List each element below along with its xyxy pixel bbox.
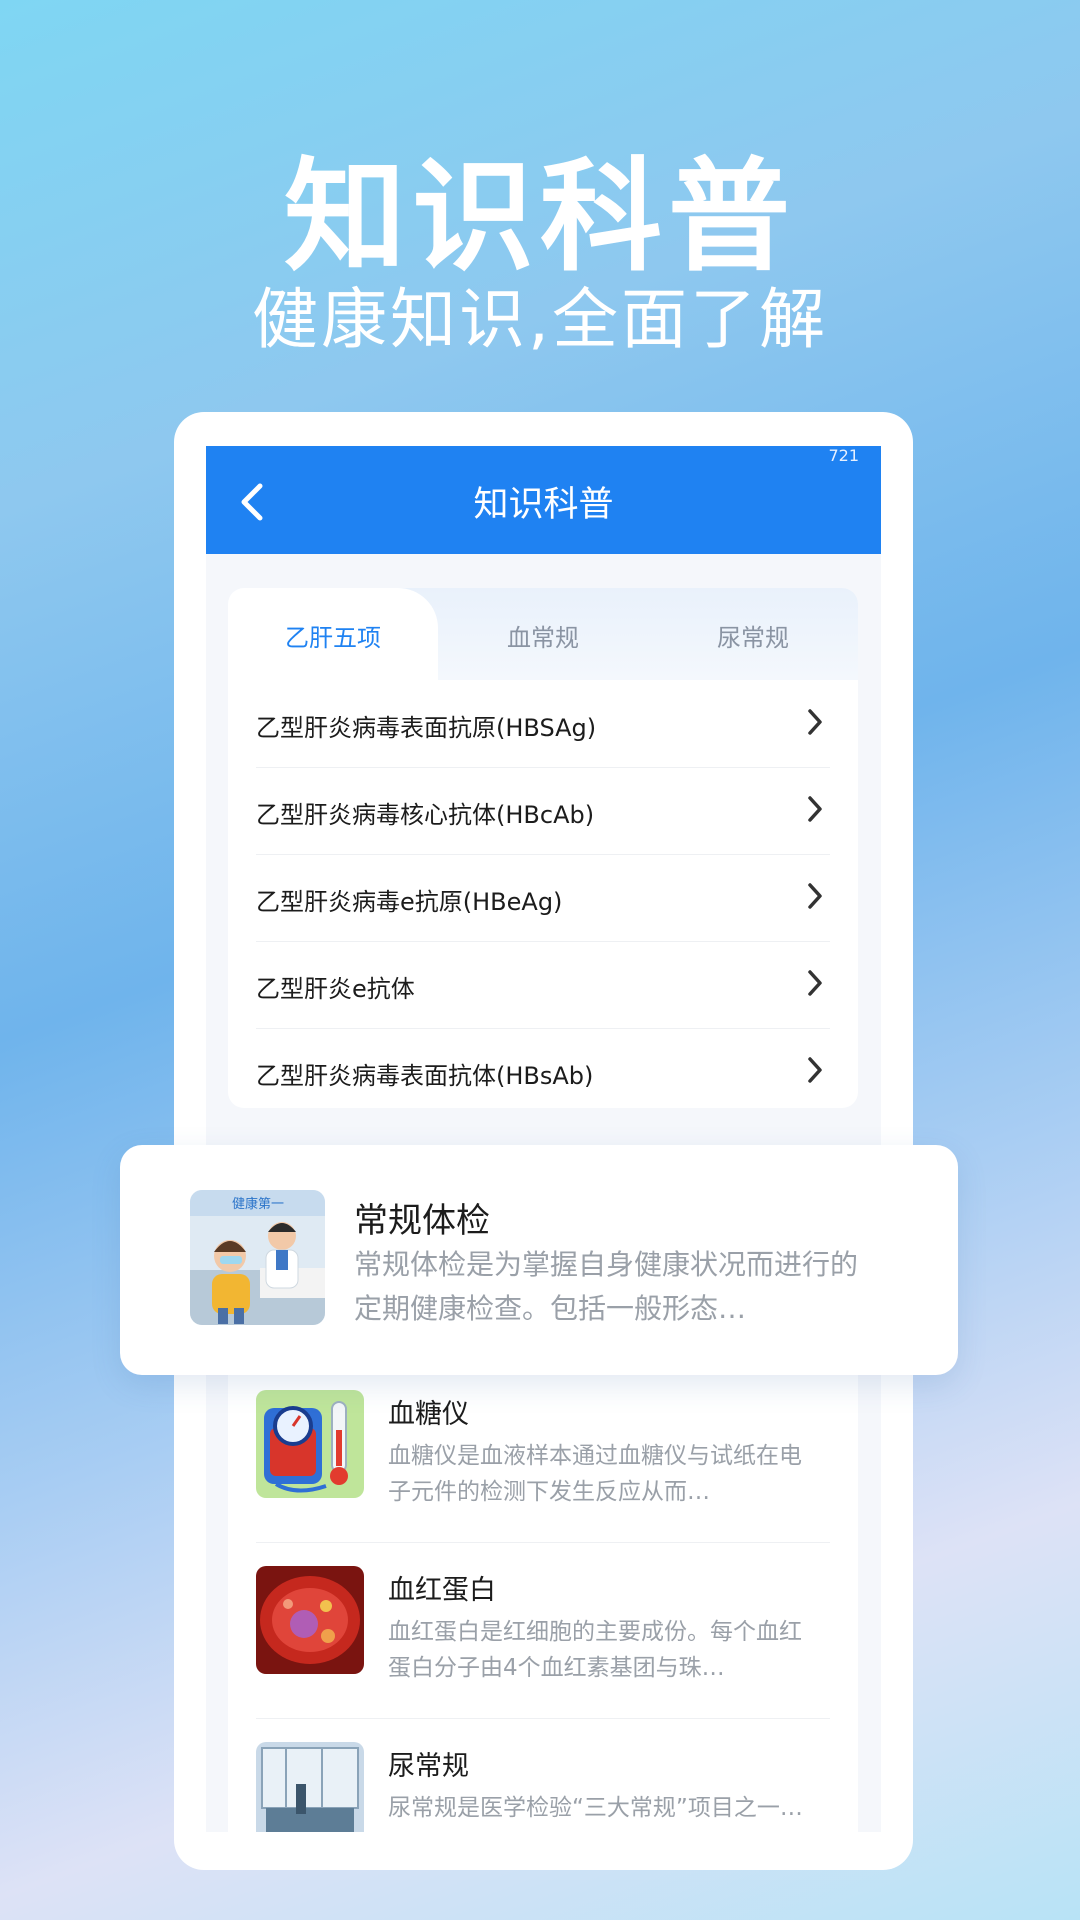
header-title: 知识科普 (473, 485, 614, 525)
tabs-card: 乙肝五项 血常规 尿常规 乙型肝炎病毒表面抗原(HBSAg) 乙型肝炎病毒核心抗… (228, 588, 858, 1108)
chevron-right-icon (808, 883, 822, 909)
thumb-sign-text: 健康第一 (232, 1196, 284, 1212)
list-item-label: 乙型肝炎病毒表面抗原(HBSAg) (256, 714, 597, 742)
article-title: 尿常规 (388, 1751, 469, 1782)
list-item-label: 乙型肝炎病毒e抗原(HBeAg) (256, 888, 563, 916)
hemoglobin-thumbnail (256, 1566, 364, 1674)
divider (256, 1542, 830, 1543)
urinalysis-thumbnail (256, 1742, 364, 1832)
app-screen: 721 知识科普 乙肝五项 血常规 尿常规 乙型肝炎病毒表面抗原(HBSAg) … (206, 446, 881, 1832)
tab-urine-routine[interactable]: 尿常规 (648, 618, 858, 653)
glucometer-thumbnail (256, 1390, 364, 1498)
article-description: 血糖仪是血液样本通过血糖仪与试纸在电子元件的检测下发生反应从而… (388, 1443, 802, 1505)
chevron-right-icon (808, 1057, 822, 1083)
article-title: 血红蛋白 (388, 1575, 496, 1606)
article-title: 血糖仪 (388, 1399, 469, 1430)
tab-blood-routine[interactable]: 血常规 (438, 618, 648, 653)
featured-title: 常规体检 (354, 1201, 490, 1241)
list-item[interactable]: 乙型肝炎病毒表面抗原(HBSAg) (256, 680, 830, 768)
list-item[interactable]: 乙型肝炎病毒e抗原(HBeAg) (256, 854, 830, 942)
list-item[interactable]: 乙型肝炎病毒核心抗体(HBcAb) (256, 767, 830, 855)
divider (256, 1718, 830, 1719)
featured-article-card[interactable]: 健康第一 常规体检 常规体检是为掌握自身健康状况而进行的定期健康检查。包括一般形… (120, 1145, 958, 1375)
article-item[interactable]: 血红蛋白 血红蛋白是红细胞的主要成份。每个血红蛋白分子由4个血红素基团与珠… (256, 1566, 830, 1741)
article-description: 尿常规是医学检验“三大常规”项目之一… (388, 1795, 803, 1821)
list-item[interactable]: 乙型肝炎e抗体 (256, 941, 830, 1029)
article-item[interactable]: 血糖仪 血糖仪是血液样本通过血糖仪与试纸在电子元件的检测下发生反应从而… (256, 1390, 830, 1565)
status-number: 721 (828, 446, 859, 465)
checkup-thumbnail: 健康第一 (190, 1190, 325, 1325)
list-item-label: 乙型肝炎病毒核心抗体(HBcAb) (256, 801, 595, 829)
list-item[interactable]: 乙型肝炎病毒表面抗体(HBsAb) (256, 1028, 830, 1115)
featured-description: 常规体检是为掌握自身健康状况而进行的定期健康检查。包括一般形态… (354, 1248, 859, 1325)
chevron-right-icon (808, 709, 822, 735)
article-list: 血糖仪 血糖仪是血液样本通过血糖仪与试纸在电子元件的检测下发生反应从而… 血红蛋… (228, 1366, 858, 1832)
article-description: 血红蛋白是红细胞的主要成份。每个血红蛋白分子由4个血红素基团与珠… (388, 1619, 802, 1681)
tab-hepatitis-b[interactable]: 乙肝五项 (228, 618, 438, 653)
chevron-right-icon (808, 796, 822, 822)
chevron-right-icon (808, 970, 822, 996)
list-item-label: 乙型肝炎病毒表面抗体(HBsAb) (256, 1062, 594, 1090)
hero-subtitle: 健康知识,全面了解 (252, 281, 828, 358)
list-item-label: 乙型肝炎e抗体 (256, 975, 415, 1003)
app-header: 721 知识科普 (206, 446, 881, 554)
tab-bar: 乙肝五项 血常规 尿常规 (228, 588, 858, 680)
article-item[interactable]: 尿常规 尿常规是医学检验“三大常规”项目之一… (256, 1742, 830, 1832)
